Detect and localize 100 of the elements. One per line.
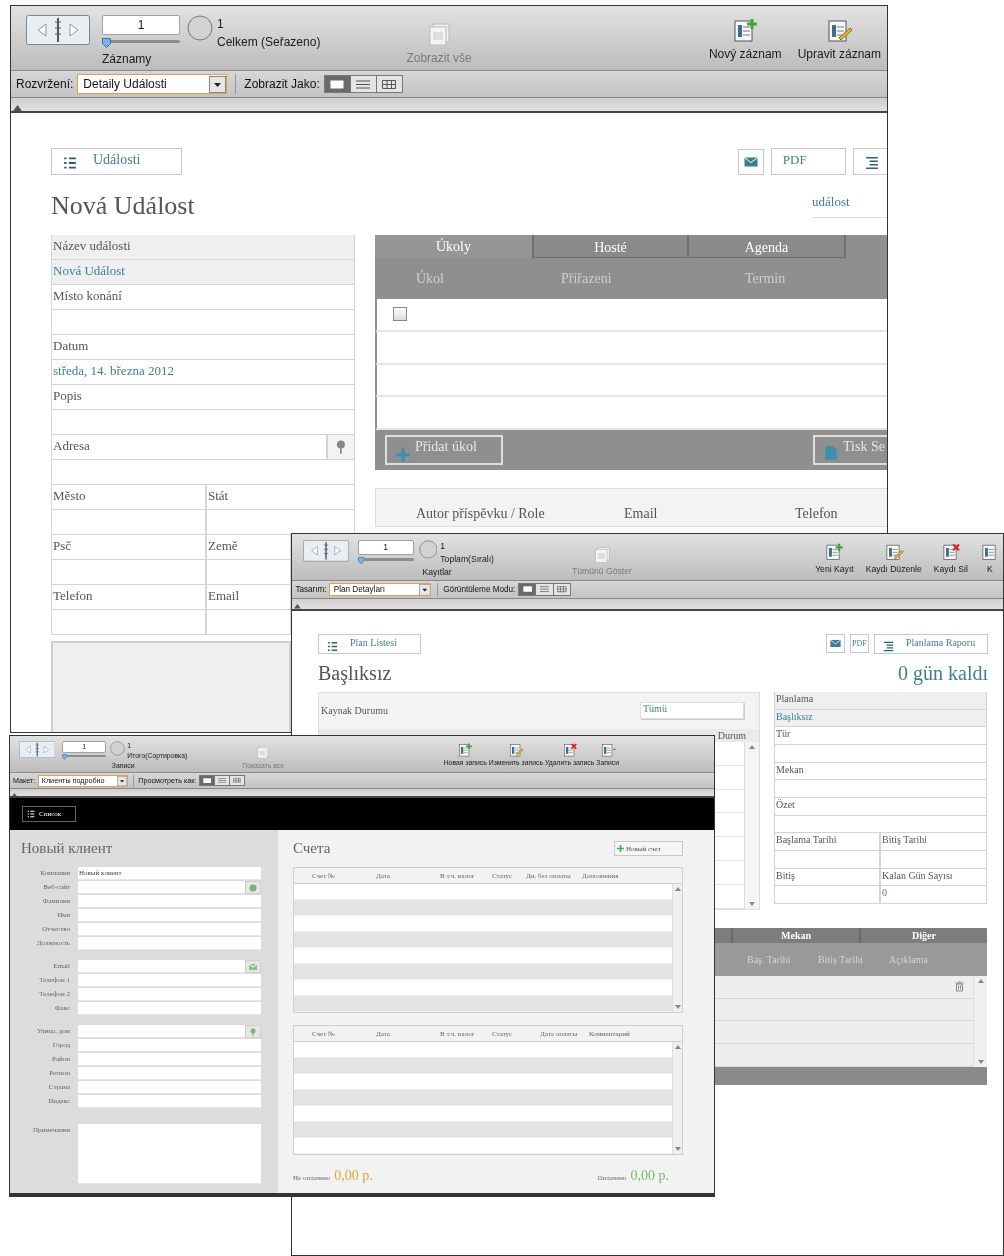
toolbar-button[interactable]: Kaydı Sil — [933, 542, 968, 574]
input-field[interactable]: 0 — [880, 886, 987, 905]
view-mode-button[interactable] — [198, 775, 215, 787]
scroll-down-arrow-icon[interactable] — [674, 1147, 681, 1152]
email-button[interactable] — [826, 634, 845, 654]
scroll-down-arrow-icon[interactable] — [749, 901, 755, 906]
toolbar-button[interactable]: Kaydı Düzenle — [865, 542, 922, 574]
notes-field[interactable] — [51, 641, 291, 732]
input-field[interactable] — [78, 895, 261, 909]
column-header: Termin — [745, 270, 787, 287]
layout-dropdown[interactable]: Detaily Události — [77, 74, 228, 94]
view-as-label: Görüntüleme Modu: — [443, 584, 516, 594]
toolbar-button[interactable]: K — [979, 542, 1000, 574]
input-field[interactable]: Nová Událost — [51, 260, 355, 285]
input-field[interactable] — [774, 886, 880, 905]
input-field[interactable] — [78, 909, 261, 923]
input-field[interactable] — [774, 780, 987, 799]
input-field[interactable] — [78, 923, 261, 937]
input-field[interactable] — [206, 560, 291, 585]
input-field[interactable] — [78, 1025, 261, 1039]
collapse-triangle-icon[interactable] — [13, 105, 22, 111]
scroll-up-arrow-icon[interactable] — [977, 978, 984, 983]
print-button[interactable]: Tisk Se — [813, 435, 887, 465]
input-field[interactable] — [206, 510, 355, 535]
input-field[interactable] — [78, 1095, 261, 1109]
map-pin-icon — [249, 1027, 257, 1036]
field-label: Planlama — [774, 691, 987, 710]
input-field[interactable] — [78, 960, 261, 974]
input-field[interactable]: událost — [811, 194, 887, 218]
toolbar-button[interactable]: Yeni Kayıt — [815, 542, 854, 574]
field-label: Psč — [51, 535, 206, 560]
input-field[interactable] — [774, 851, 880, 869]
checkbox[interactable] — [393, 307, 407, 322]
report-button[interactable]: Planlama Raporu — [874, 633, 988, 654]
email-button[interactable] — [738, 148, 764, 175]
add-task-button[interactable]: Přidat úkol — [385, 435, 503, 465]
trash-icon[interactable] — [954, 981, 965, 993]
filter-field[interactable]: Tümü — [640, 702, 744, 720]
tab[interactable]: Agenda — [689, 235, 846, 258]
record-slider[interactable] — [61, 754, 107, 760]
view-mode-button[interactable] — [229, 775, 246, 787]
record-slider[interactable] — [357, 557, 414, 565]
layout-dropdown[interactable]: Plan Detayları — [329, 582, 432, 597]
input-field[interactable] — [880, 851, 987, 869]
notes-field[interactable] — [78, 1124, 261, 1185]
report-icon — [883, 640, 894, 652]
scroll-up-arrow-icon[interactable] — [674, 887, 681, 892]
page-flip-control[interactable] — [26, 15, 90, 45]
view-mode-button[interactable] — [375, 75, 403, 93]
input-field[interactable] — [51, 410, 355, 435]
input-field[interactable] — [78, 988, 261, 1002]
scroll-up-arrow-icon[interactable] — [749, 744, 755, 749]
input-field[interactable] — [78, 1081, 261, 1095]
scroll-down-arrow-icon[interactable] — [674, 1005, 681, 1010]
pie-chart-icon — [110, 741, 126, 756]
record-number-field[interactable]: 1 — [357, 540, 414, 555]
view-mode-button[interactable] — [349, 75, 377, 93]
view-mode-button[interactable] — [518, 583, 537, 596]
input-field[interactable] — [78, 1053, 261, 1067]
collapse-triangle-icon[interactable] — [12, 793, 17, 797]
scroll-up-arrow-icon[interactable] — [674, 1045, 681, 1050]
notebook-plus-icon — [457, 742, 474, 758]
input-field[interactable] — [206, 610, 291, 635]
input-field[interactable] — [51, 560, 206, 585]
field-label: Stát — [206, 485, 355, 510]
slider-thumb[interactable] — [102, 38, 111, 48]
record-number-field[interactable]: 1 — [102, 15, 180, 35]
input-field[interactable]: středa, 14. března 2012 — [51, 360, 355, 385]
input-field[interactable] — [78, 1039, 261, 1053]
toolbar-button[interactable]: Upravit záznam — [797, 18, 881, 61]
map-pin-button[interactable] — [245, 1025, 261, 1039]
globe-button[interactable] — [245, 881, 261, 895]
input-field[interactable] — [51, 310, 355, 335]
input-field[interactable] — [51, 460, 355, 485]
input-field[interactable] — [51, 510, 206, 535]
scroll-down-arrow-icon[interactable] — [977, 1059, 984, 1064]
field-label: Datum — [51, 335, 355, 360]
page-flip-control[interactable] — [302, 540, 349, 563]
input-field[interactable] — [78, 881, 261, 895]
list-button[interactable]: Plan Listesi — [318, 633, 421, 654]
input-field[interactable] — [78, 1067, 261, 1081]
input-field[interactable] — [78, 974, 261, 988]
record-slider[interactable] — [102, 38, 180, 48]
pdf-button[interactable]: PDF — [850, 634, 869, 654]
tab[interactable]: Hosté — [534, 235, 689, 258]
notebook-pencil-icon — [883, 542, 904, 562]
input-field[interactable] — [78, 937, 261, 951]
collapse-triangle-icon[interactable] — [294, 604, 301, 609]
input-field[interactable] — [51, 610, 206, 635]
toolbar-button[interactable]: Nový záznam — [708, 18, 782, 61]
input-field[interactable] — [78, 1002, 261, 1016]
map-pin-button[interactable] — [327, 435, 355, 460]
notebook-x-icon — [561, 742, 578, 758]
pdf-button[interactable]: PDF — [771, 148, 846, 175]
slider-thumb[interactable] — [357, 557, 364, 565]
form-view-icon — [330, 79, 345, 89]
tab[interactable]: Úkoly — [375, 235, 534, 258]
view-mode-button[interactable] — [535, 583, 554, 596]
list-button[interactable]: Události — [51, 148, 182, 175]
view-mode-button[interactable] — [323, 75, 351, 93]
